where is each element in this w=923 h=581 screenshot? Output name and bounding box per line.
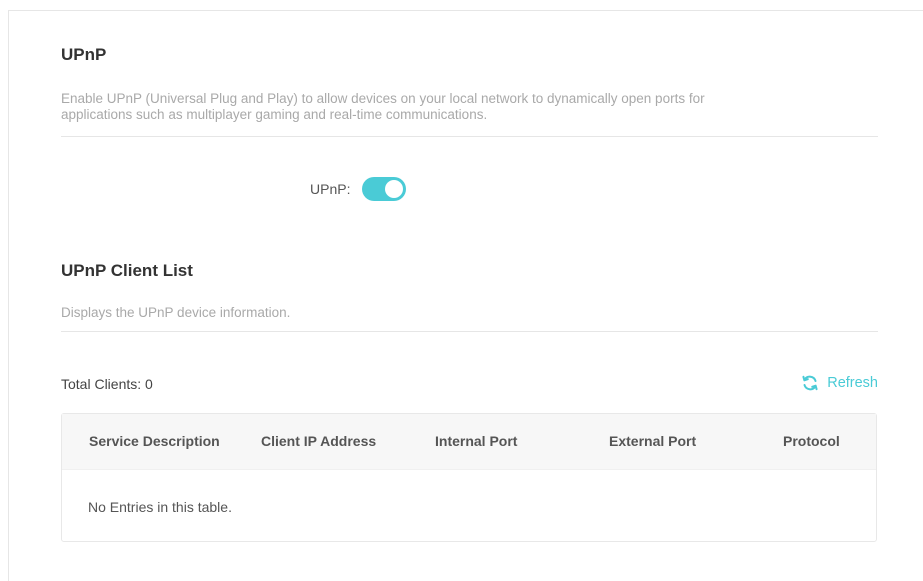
total-clients: Total Clients: 0 bbox=[61, 376, 153, 392]
column-header-internal-port: Internal Port bbox=[435, 433, 518, 449]
upnp-client-table: Service Description Client IP Address In… bbox=[61, 413, 877, 542]
client-list-description: Displays the UPnP device information. bbox=[61, 305, 291, 320]
upnp-toggle-row: UPnP: bbox=[310, 177, 407, 201]
toggle-knob bbox=[385, 180, 404, 198]
column-header-protocol: Protocol bbox=[783, 433, 840, 449]
table-empty-message: No Entries in this table. bbox=[88, 499, 232, 515]
column-header-client-ip-address: Client IP Address bbox=[261, 433, 377, 449]
refresh-icon bbox=[802, 375, 818, 391]
upnp-section-title: UPnP bbox=[61, 45, 107, 64]
upnp-divider bbox=[61, 136, 878, 137]
client-list-title: UPnP Client List bbox=[61, 261, 193, 280]
refresh-button[interactable]: Refresh bbox=[801, 374, 878, 392]
column-header-service-description: Service Description bbox=[89, 433, 220, 449]
refresh-label: Refresh bbox=[827, 375, 878, 391]
upnp-toggle[interactable] bbox=[362, 177, 407, 201]
upnp-description-line-1: Enable UPnP (Universal Plug and Play) to… bbox=[61, 91, 705, 106]
column-header-external-port: External Port bbox=[609, 433, 697, 449]
table-header: Service Description Client IP Address In… bbox=[62, 414, 876, 470]
client-list-divider bbox=[61, 331, 878, 332]
upnp-toggle-label: UPnP: bbox=[310, 181, 351, 197]
upnp-description-line-2: applications such as multiplayer gaming … bbox=[61, 107, 488, 122]
